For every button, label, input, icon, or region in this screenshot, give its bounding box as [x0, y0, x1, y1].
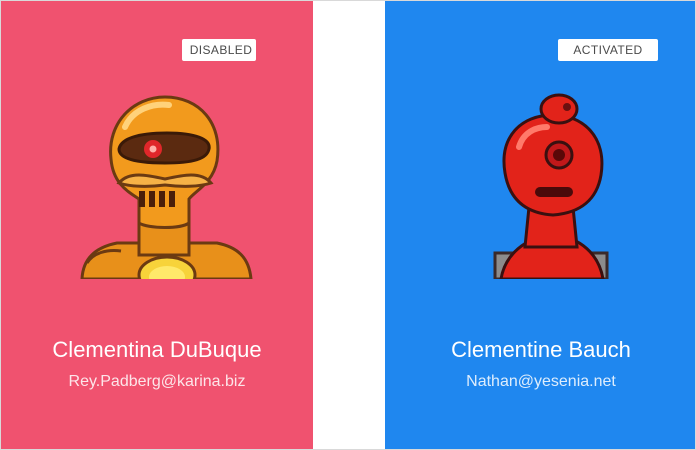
user-card[interactable]: DISABLED Clementina DuBuque Rey.Padberg@…: [1, 1, 313, 449]
user-cards-view: DISABLED Clementina DuBuque Rey.Padberg@…: [0, 0, 696, 450]
orange-robot-avatar-icon: [77, 87, 257, 279]
user-name: Clementina DuBuque: [52, 337, 262, 362]
user-card[interactable]: ACTIVATED Clementine Bauch Nathan@yeseni…: [385, 1, 695, 449]
status-badge: ACTIVATED: [558, 39, 658, 61]
user-email: Nathan@yesenia.net: [466, 373, 616, 390]
status-badge: DISABLED: [182, 39, 256, 61]
user-email: Rey.Padberg@karina.biz: [68, 373, 246, 390]
red-robot-avatar-icon: [461, 87, 641, 279]
user-name: Clementine Bauch: [451, 337, 631, 362]
